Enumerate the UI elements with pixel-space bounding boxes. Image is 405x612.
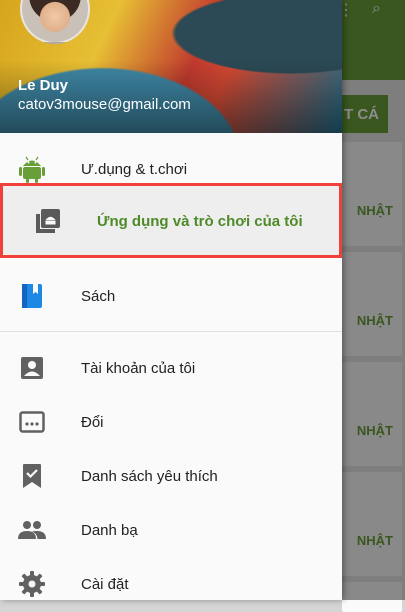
user-name: Le Duy bbox=[18, 77, 69, 94]
menu-item-label: Tài khoản của tôi bbox=[81, 359, 196, 377]
menu-item-label: Ứng dụng và trò chơi của tôi bbox=[97, 212, 303, 230]
menu-item-label: Sách bbox=[81, 287, 116, 305]
menu-item-contacts[interactable]: Danh bạ bbox=[0, 503, 342, 557]
book-icon bbox=[18, 282, 46, 310]
menu-item-label: Danh sách yêu thích bbox=[81, 467, 218, 485]
menu-item-label: Danh bạ bbox=[81, 521, 138, 539]
menu-item-redeem[interactable]: Đổi bbox=[0, 395, 342, 449]
menu-item-label: Ư.dụng & t.chơi bbox=[81, 160, 188, 178]
my-apps-icon bbox=[34, 207, 62, 235]
menu-item-my-account[interactable]: Tài khoản của tôi bbox=[0, 341, 342, 395]
menu-item-label: Cài đặt bbox=[81, 575, 129, 593]
android-icon bbox=[18, 155, 46, 183]
user-email[interactable]: catov3mouse@gmail.com bbox=[18, 96, 191, 113]
drawer-header: Le Duy catov3mouse@gmail.com bbox=[0, 0, 342, 133]
wishlist-icon bbox=[18, 462, 46, 490]
redeem-icon bbox=[18, 408, 46, 436]
menu-item-books[interactable]: Sách bbox=[0, 269, 342, 323]
account-icon bbox=[18, 354, 46, 382]
menu-item-settings[interactable]: Cài đặt bbox=[0, 557, 342, 611]
avatar[interactable] bbox=[20, 0, 90, 44]
menu-item-row: Ứng dụng và trò chơi của tôi bbox=[0, 194, 342, 248]
people-icon bbox=[18, 516, 46, 544]
settings-icon bbox=[18, 570, 46, 598]
menu-item-my-apps-games[interactable]: Ứng dụng và trò chơi của tôi bbox=[0, 183, 342, 258]
menu-item-label: Đổi bbox=[81, 413, 104, 431]
navigation-drawer: Le Duy catov3mouse@gmail.com Ư.dụng & t.… bbox=[0, 0, 342, 600]
divider bbox=[0, 331, 342, 332]
menu-item-wishlist[interactable]: Danh sách yêu thích bbox=[0, 449, 342, 503]
